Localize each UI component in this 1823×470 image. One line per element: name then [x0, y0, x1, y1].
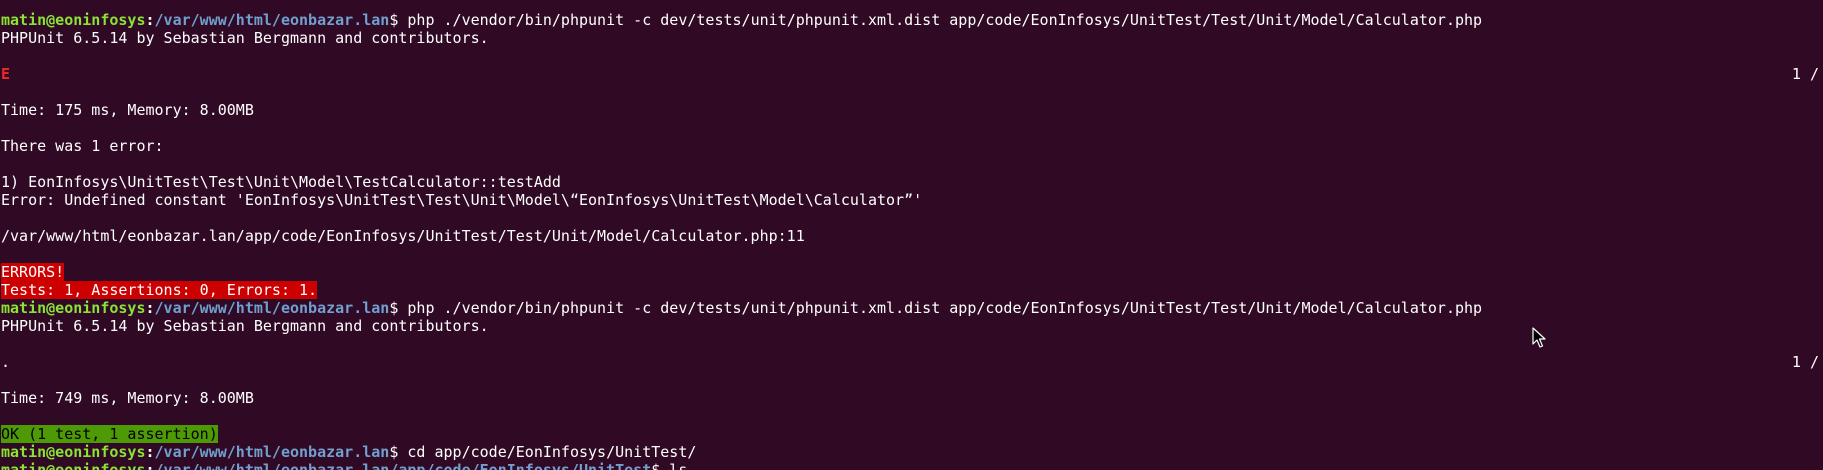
- prompt-user: matin@eoninfosys: [1, 11, 146, 29]
- output-line: OK (1 test, 1 assertion): [0, 425, 1823, 443]
- prompt-path: /var/www/html/eonbazar.lan: [154, 11, 390, 29]
- prompt-user: matin@eoninfosys: [1, 299, 146, 317]
- output-line: PHPUnit 6.5.14 by Sebastian Bergmann and…: [1, 317, 489, 335]
- ok-badge: OK (1 test, 1 assertion): [1, 425, 218, 443]
- mouse-pointer-icon: [1532, 327, 1546, 348]
- prompt-dollar: $: [389, 299, 408, 317]
- output-line: There was 1 error:: [1, 137, 164, 155]
- progress-line: E 1 /: [0, 65, 1823, 83]
- prompt-line: matin@eoninfosys:/var/www/html/eonbazar.…: [0, 443, 1823, 461]
- prompt-line: matin@eoninfosys:/var/www/html/eonbazar.…: [0, 11, 1823, 29]
- progress-line: . 1 /: [0, 353, 1823, 371]
- output-line: Tests: 1, Assertions: 0, Errors: 1.: [0, 281, 1823, 299]
- prompt-user: matin@eoninfosys: [1, 461, 146, 470]
- command-text: ls: [669, 461, 688, 470]
- errors-badge: ERRORS!: [1, 263, 65, 281]
- output-line: 1) EonInfosys\UnitTest\Test\Unit\Model\T…: [1, 173, 561, 191]
- prompt-dollar: $: [651, 461, 670, 470]
- prompt-separator: :: [145, 461, 155, 470]
- progress-indicator: E: [1, 65, 11, 83]
- prompt-separator: :: [145, 11, 155, 29]
- output-line: /var/www/html/eonbazar.lan/app/code/EonI…: [1, 227, 805, 245]
- prompt-line: matin@eoninfosys:/var/www/html/eonbazar.…: [0, 299, 1823, 317]
- prompt-dollar: $: [389, 443, 408, 461]
- summary-badge: Tests: 1, Assertions: 0, Errors: 1.: [1, 281, 318, 299]
- output-line: ERRORS!: [0, 263, 1823, 281]
- prompt-path: /var/www/html/eonbazar.lan: [154, 299, 390, 317]
- output-line: Time: 749 ms, Memory: 8.00MB: [1, 389, 254, 407]
- terminal-window[interactable]: matin@eoninfosys:/var/www/html/eonbazar.…: [0, 0, 1823, 470]
- prompt-path: /var/www/html/eonbazar.lan: [154, 443, 390, 461]
- progress-count: 1 /: [1791, 65, 1819, 83]
- output-line: PHPUnit 6.5.14 by Sebastian Bergmann and…: [1, 29, 489, 47]
- prompt-path: /var/www/html/eonbazar.lan/app/code/EonI…: [154, 461, 652, 470]
- prompt-dollar: $: [389, 11, 408, 29]
- prompt-user: matin@eoninfosys: [1, 443, 146, 461]
- command-text: php ./vendor/bin/phpunit -c dev/tests/un…: [407, 11, 1483, 29]
- output-line: Error: Undefined constant 'EonInfosys\Un…: [1, 191, 923, 209]
- command-text: php ./vendor/bin/phpunit -c dev/tests/un…: [407, 299, 1483, 317]
- progress-count: 1 /: [1791, 353, 1819, 371]
- output-line: Time: 175 ms, Memory: 8.00MB: [1, 101, 254, 119]
- prompt-line: matin@eoninfosys:/var/www/html/eonbazar.…: [0, 461, 1823, 470]
- progress-indicator: .: [1, 353, 11, 371]
- prompt-separator: :: [145, 443, 155, 461]
- prompt-separator: :: [145, 299, 155, 317]
- command-text: cd app/code/EonInfosys/UnitTest/: [407, 443, 697, 461]
